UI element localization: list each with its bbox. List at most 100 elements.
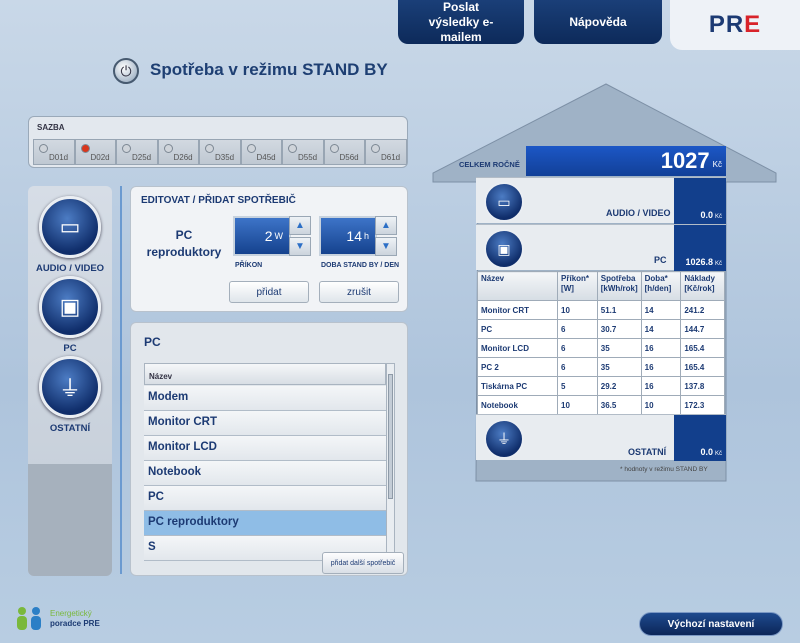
- table-row[interactable]: PC 6 30.7 14 144.7: [476, 319, 725, 339]
- list-item[interactable]: Notebook: [144, 461, 386, 486]
- radio-icon: [371, 144, 380, 153]
- email-results-button[interactable]: Poslat výsledky e-mailem: [398, 0, 524, 44]
- rate-d56d[interactable]: D56d: [323, 139, 365, 165]
- list-item[interactable]: PC: [144, 486, 386, 511]
- table-cell: 241.2: [680, 300, 725, 320]
- power-up-button[interactable]: ▲: [289, 216, 311, 235]
- list-title: PC: [144, 335, 161, 349]
- list-header: Název: [144, 363, 386, 385]
- radio-icon: [329, 144, 339, 153]
- other-button[interactable]: ⏚: [39, 356, 101, 418]
- pre-logo: PR E: [670, 0, 800, 50]
- arrow-up-icon: ▲: [381, 220, 391, 231]
- device-name-line1: PC: [175, 228, 193, 242]
- table-cell: 36.5: [596, 395, 642, 415]
- table-header: Název: [476, 271, 559, 301]
- table-cell: 165.4: [680, 338, 725, 358]
- table-row[interactable]: Tiskárna PC 5 29.2 16 137.8: [476, 376, 725, 396]
- house-audio-number: 0.0: [700, 210, 713, 220]
- rate-d61d[interactable]: D61d: [365, 139, 407, 165]
- list-scrollbar[interactable]: [386, 363, 395, 553]
- category-panel: ▭ AUDIO / VIDEO ▣ PC ⏚ OSTATNÍ: [28, 186, 112, 576]
- house-pc-unit: Kč: [714, 261, 722, 267]
- rate-label: D01d: [49, 153, 69, 162]
- plug-icon: ⏚: [58, 376, 81, 401]
- email-results-label: Poslat výsledky e-mailem: [428, 0, 494, 44]
- table-cell: 172.3: [680, 395, 725, 415]
- standby-stepper: ▲ ▼: [375, 216, 397, 256]
- table-cell: PC 2: [476, 357, 559, 377]
- table-cell: 10: [557, 300, 598, 320]
- power-value[interactable]: 2W: [233, 216, 291, 256]
- logo-line2: poradce PRE: [50, 619, 100, 628]
- house-pc-value: 1026.8 Kč: [674, 225, 726, 271]
- table-cell: 6: [557, 319, 598, 339]
- audio-video-button[interactable]: ▭: [39, 196, 101, 258]
- add-another-device-button[interactable]: přidat další spotřebič: [322, 552, 404, 574]
- table-cell: 165.4: [680, 357, 725, 377]
- radio-icon: [246, 144, 256, 153]
- rate-label: D02d: [90, 153, 110, 162]
- table-header: Příkon* [W]: [557, 271, 598, 301]
- rate-d35d[interactable]: D35d: [199, 139, 241, 165]
- standby-down-button[interactable]: ▼: [375, 237, 397, 256]
- add-button[interactable]: přidat: [229, 281, 309, 303]
- house-audio-value: 0.0 Kč: [674, 178, 726, 224]
- house-pc-label: PC: [654, 255, 667, 265]
- logo-pr: PR: [708, 11, 745, 38]
- audio-video-icon: ▭: [484, 182, 524, 222]
- standby-label: DOBA STAND BY / DEN: [321, 262, 400, 269]
- power-icon: ⏻: [113, 58, 139, 84]
- rate-d01d[interactable]: D01d: [33, 139, 75, 165]
- reset-label: Výchozí nastavení: [667, 618, 755, 630]
- table-cell: 35: [596, 338, 642, 358]
- edit-panel: EDITOVAT / PŘIDAT SPOTŘEBIČ PC reprodukto…: [130, 186, 408, 312]
- table-cell: Tiskárna PC: [476, 376, 559, 396]
- table-cell: 16: [640, 338, 682, 358]
- logo-line1: Energetický: [50, 609, 92, 618]
- list-item[interactable]: Monitor LCD: [144, 436, 386, 461]
- table-cell: 5: [557, 376, 598, 396]
- house-other-number: 0.0: [700, 447, 713, 457]
- total-number: 1027: [660, 148, 710, 173]
- sazba-label: SAZBA: [37, 123, 65, 132]
- table-row[interactable]: PC 2 6 35 16 165.4: [476, 357, 725, 377]
- table-cell: 51.1: [596, 300, 642, 320]
- pc-devices-table: Název Příkon* [W] Spotřeba [kWh/rok] Doba* …: [476, 271, 725, 415]
- rate-d45d[interactable]: D45d: [240, 139, 282, 165]
- rate-d02d[interactable]: D02d: [74, 139, 116, 165]
- list-item[interactable]: Modem: [144, 386, 386, 411]
- standby-up-button[interactable]: ▲: [375, 216, 397, 235]
- category-panel-footer: [28, 464, 112, 576]
- pc-button[interactable]: ▣: [39, 276, 101, 338]
- power-down-button[interactable]: ▼: [289, 237, 311, 256]
- table-row[interactable]: Monitor LCD 6 35 16 165.4: [476, 338, 725, 358]
- rate-d26d[interactable]: D26d: [157, 139, 199, 165]
- energy-advisor-logo: Energetický poradce PRE: [14, 606, 100, 632]
- house-pc-row[interactable]: ▣ PC 1026.8 Kč: [476, 224, 726, 271]
- reset-defaults-button[interactable]: Výchozí nastavení: [639, 612, 783, 636]
- list-item[interactable]: PC reproduktory: [144, 511, 386, 536]
- power-number: 2: [264, 228, 273, 244]
- table-row[interactable]: Monitor CRT 10 51.1 14 241.2: [476, 300, 725, 320]
- help-button[interactable]: Nápověda: [534, 0, 662, 44]
- cancel-button[interactable]: zrušit: [319, 281, 399, 303]
- table-cell: 30.7: [596, 319, 642, 339]
- total-unit: Kč: [712, 159, 722, 169]
- house-audio-video-row[interactable]: ▭ AUDIO / VIDEO 0.0 Kč: [476, 177, 726, 224]
- standby-value[interactable]: 14 h: [319, 216, 377, 256]
- rate-d55d[interactable]: D55d: [282, 139, 324, 165]
- table-cell: 16: [640, 357, 682, 377]
- rate-d25d[interactable]: D25d: [116, 139, 158, 165]
- device-name-line2: reproduktory: [146, 245, 222, 259]
- radio-icon: [122, 144, 131, 153]
- scrollbar-thumb[interactable]: [388, 374, 393, 499]
- category-label-pc: PC: [63, 343, 77, 354]
- arrow-up-icon: ▲: [295, 220, 305, 231]
- rate-label: D55d: [298, 153, 318, 162]
- list-item[interactable]: Monitor CRT: [144, 411, 386, 436]
- table-row[interactable]: Notebook 10 36.5 10 172.3: [476, 395, 725, 415]
- table-cell: 144.7: [680, 319, 725, 339]
- house-other-row[interactable]: ⏚ OSTATNÍ 0.0 Kč: [476, 414, 726, 461]
- table-header: Doba* [h/den]: [640, 271, 682, 301]
